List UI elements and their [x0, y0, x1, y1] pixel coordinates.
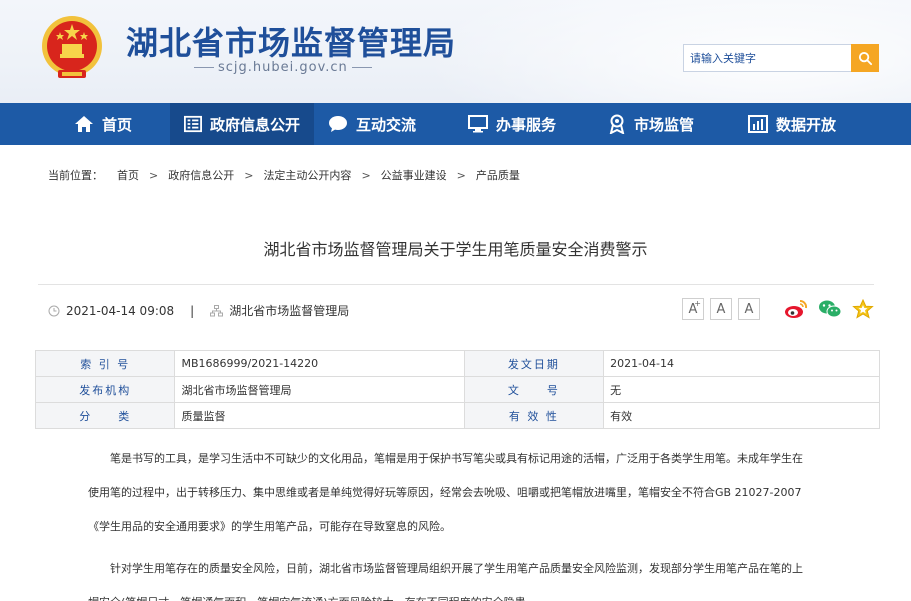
main-nav: 首页 政府信息公开 互动交流 办事服务 市场监管 数据开放 — [0, 103, 911, 145]
site-title: 湖北省市场监督管理局 — [126, 24, 457, 62]
search-icon — [858, 51, 872, 65]
main-nav-items: 首页 政府信息公开 互动交流 办事服务 市场监管 数据开放 — [60, 103, 864, 145]
nav-item-services[interactable]: 办事服务 — [454, 103, 594, 145]
table-row: 索 引 号 MB1686999/2021-14220 发文日期 2021-04-… — [34, 350, 880, 377]
nav-item-market-supervision[interactable]: 市场监管 — [594, 103, 734, 145]
nav-item-label: 市场监管 — [634, 115, 695, 134]
nav-item-home[interactable]: 首页 — [60, 103, 170, 145]
article-title: 湖北省市场监督管理局关于学生用笔质量安全消费警示 — [263, 240, 648, 259]
domain-right-dash — [351, 67, 372, 68]
article-date: 2021-04-14 09:08 — [66, 303, 175, 318]
domain-left-dash — [194, 67, 214, 68]
breadcrumb-separator: > — [244, 168, 254, 182]
breadcrumb-separator: > — [149, 168, 159, 182]
info-value: MB1686999/2021-14220 — [174, 350, 465, 377]
site-domain: scjg.hubei.gov.cn — [190, 60, 376, 75]
font-button-label: A — [744, 301, 754, 317]
breadcrumb-link[interactable]: 首页 — [117, 167, 139, 183]
font-increase-button[interactable]: A + — [682, 298, 704, 320]
info-value: 湖北省市场监督管理局 — [174, 376, 465, 403]
home-icon — [75, 116, 93, 132]
body-line: 笔是书写的工具，是学习生活中不可缺少的文化用品，笔帽是用于保护书写笔尖或具有标记… — [110, 452, 803, 465]
breadcrumb-link[interactable]: 公益事业建设 — [381, 167, 447, 183]
body-line: 使用笔的过程中，出于转移压力、集中思维或者是单纯觉得好玩等原因，经常会去吮吸、咀… — [88, 486, 802, 499]
info-value: 无 — [603, 376, 880, 403]
weibo-icon — [785, 299, 808, 318]
info-label: 发布机构 — [34, 376, 176, 403]
font-decrease-button[interactable]: A — [738, 298, 760, 320]
clock-icon — [48, 305, 60, 316]
breadcrumb-prefix: 当前位置： — [48, 169, 103, 182]
bar-chart-icon — [748, 115, 768, 133]
info-label: 索 引 号 — [34, 350, 176, 377]
info-label: 文 号 — [463, 376, 605, 403]
nav-item-label: 办事服务 — [496, 115, 557, 134]
nav-item-label: 互动交流 — [356, 115, 417, 134]
national-emblem-icon — [42, 16, 102, 78]
info-value: 质量监督 — [174, 402, 465, 429]
body-line: 帽安全(笔帽尺寸、笔帽通气面积、笔帽空气流通)方面风险较大，存在不同程度的安全隐… — [88, 586, 833, 601]
body-line: 针对学生用笔存在的质量安全风险，日前，湖北省市场监督管理局组织开展了学生用笔产品… — [110, 562, 803, 575]
breadcrumb-link[interactable]: 政府信息公开 — [168, 167, 234, 183]
font-button-label: A — [716, 301, 726, 317]
share-bar — [784, 299, 884, 319]
search-box — [683, 44, 879, 72]
nav-item-interaction[interactable]: 互动交流 — [314, 103, 454, 145]
nav-item-gov-info[interactable]: 政府信息公开 — [170, 103, 314, 145]
body-line: 《学生用品的安全通用要求》的学生用笔产品，可能存在导致窒息的风险。 — [88, 520, 451, 533]
table-row: 发布机构 湖北省市场监督管理局 文 号 无 — [34, 376, 880, 403]
search-button[interactable] — [851, 44, 879, 72]
nav-item-label: 数据开放 — [776, 115, 837, 134]
breadcrumb-link[interactable]: 产品质量 — [476, 167, 520, 183]
breadcrumb-link[interactable]: 法定主动公开内容 — [263, 167, 351, 183]
info-value: 有效 — [603, 402, 880, 429]
info-label: 发文日期 — [463, 350, 605, 377]
nav-item-label: 政府信息公开 — [209, 115, 300, 134]
badge-icon — [609, 114, 625, 134]
info-label: 分 类 — [34, 402, 176, 429]
chat-bubble-icon — [329, 116, 347, 132]
article-body: 笔是书写的工具，是学习生活中不可缺少的文化用品，笔帽是用于保护书写笔尖或具有标记… — [88, 442, 833, 601]
share-wechat-button[interactable] — [818, 299, 842, 319]
info-label: 有 效 性 — [463, 402, 605, 429]
nav-item-label: 首页 — [102, 115, 133, 134]
article-meta: 2021-04-14 09:08 | 湖北省市场监督管理局 — [48, 302, 349, 319]
domain-text: scjg.hubei.gov.cn — [218, 60, 348, 75]
document-list-icon — [184, 115, 202, 133]
article-tools: A + A A — [682, 298, 884, 320]
font-plus-mark: + — [694, 299, 701, 308]
share-weibo-button[interactable] — [784, 299, 808, 319]
breadcrumb: 当前位置： 首页 > 政府信息公开 > 法定主动公开内容 > 公益事业建设 > … — [48, 167, 520, 183]
font-default-button[interactable]: A — [710, 298, 732, 320]
info-value: 2021-04-14 — [603, 350, 880, 377]
meta-divider — [38, 284, 874, 285]
article-source: 湖北省市场监督管理局 — [229, 304, 350, 318]
table-row: 分 类 质量监督 有 效 性 有效 — [34, 402, 880, 429]
nav-item-open-data[interactable]: 数据开放 — [734, 103, 864, 145]
organization-icon — [210, 304, 224, 316]
wechat-icon — [819, 300, 842, 318]
monitor-icon — [468, 115, 488, 133]
breadcrumb-separator: > — [361, 168, 371, 182]
site-header: 湖北省市场监督管理局 scjg.hubei.gov.cn — [0, 0, 911, 103]
meta-pipe: | — [190, 303, 195, 318]
search-input[interactable] — [684, 45, 851, 71]
favorite-button[interactable] — [852, 299, 874, 319]
favorite-star-icon — [852, 299, 874, 319]
breadcrumb-separator: > — [456, 168, 466, 182]
document-info-table: 索 引 号 MB1686999/2021-14220 发文日期 2021-04-… — [34, 350, 880, 429]
